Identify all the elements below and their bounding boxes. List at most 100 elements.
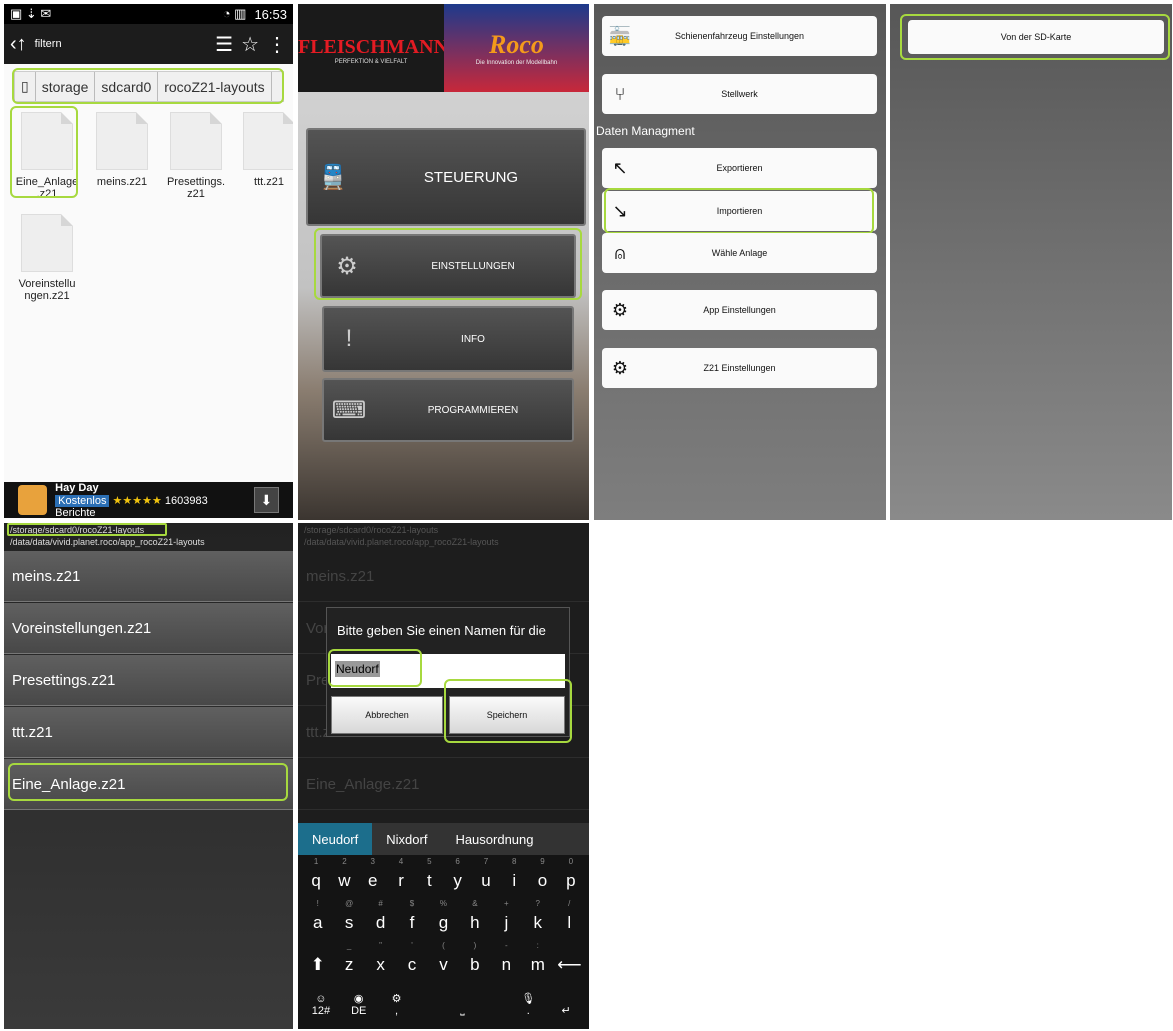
z21-settings-button[interactable]: ⚙ Z21 Einstellungen: [602, 348, 877, 388]
file-manager-panel: ▣ ⇣ ✉ ◔ ▥ 16:53 ‹↑ filtern ☰ ☆ ⋮ ▯ stora…: [4, 4, 293, 518]
up-arrow-icon[interactable]: ‹↑: [10, 33, 27, 56]
import-source-panel: Von der SD-Karte: [890, 4, 1172, 520]
key[interactable]: 3e: [361, 857, 385, 897]
key[interactable]: :m: [526, 941, 550, 981]
key[interactable]: 0p: [559, 857, 583, 897]
path-label: /data/data/vivid.planet.roco/app_rocoZ21…: [304, 537, 499, 547]
key[interactable]: + j: [494, 899, 518, 939]
sd-card-button[interactable]: Von der SD-Karte: [908, 20, 1164, 54]
rail-vehicle-settings-button[interactable]: 🚋 Schienenfahrzeug Einstellungen: [602, 16, 877, 56]
arrow-out-icon: ↖: [612, 157, 628, 178]
shift-icon[interactable]: ⬆: [306, 955, 330, 981]
choose-layout-button[interactable]: ⍝ Wähle Anlage: [602, 233, 877, 273]
app-settings-button[interactable]: ⚙ App Einstellungen: [602, 290, 877, 330]
filter-button[interactable]: filtern: [35, 38, 62, 50]
crumb-layouts[interactable]: rocoZ21-layouts: [158, 72, 272, 101]
enter-icon[interactable]: ↵: [554, 1004, 578, 1023]
name-input[interactable]: Neudorf: [331, 654, 565, 688]
file-item[interactable]: ttt.z21: [234, 112, 293, 188]
suggestion[interactable]: Nixdorf: [372, 823, 441, 855]
key[interactable]: @ s: [337, 899, 361, 939]
list-item[interactable]: Eine_Anlage.z21: [4, 759, 293, 810]
key[interactable]: 4r: [389, 857, 413, 897]
dialog-title: Bitte geben Sie einen Namen für die: [337, 623, 546, 638]
space-key[interactable]: ⎵: [422, 1004, 502, 1023]
train-icon: 🚋: [608, 25, 632, 46]
suggestion[interactable]: Neudorf: [298, 823, 373, 855]
mic-icon[interactable]: 🎙.: [516, 992, 540, 1023]
import-button[interactable]: ↘ Importieren: [602, 191, 877, 231]
settings-key-icon[interactable]: ⚙,: [385, 992, 409, 1023]
crumb-storage[interactable]: storage: [36, 72, 96, 101]
key[interactable]: " x: [369, 941, 393, 981]
key[interactable]: 9o: [531, 857, 555, 897]
file-item[interactable]: Voreinstellu ngen.z21: [12, 214, 82, 302]
key[interactable]: 8i: [502, 857, 526, 897]
exclamation-icon: !: [345, 325, 353, 352]
breadcrumb: ▯ storage sdcard0 rocoZ21-layouts: [14, 71, 284, 102]
einstellungen-button[interactable]: ⚙ EINSTELLUNGEN: [320, 234, 576, 298]
key[interactable]: -n: [494, 941, 518, 981]
list-item[interactable]: Voreinstellungen.z21: [4, 603, 293, 654]
crumb-sdcard0[interactable]: sdcard0: [95, 72, 159, 101]
key[interactable]: 2w: [332, 857, 356, 897]
info-button[interactable]: ! INFO: [322, 306, 574, 372]
phone-icon[interactable]: ▯: [15, 72, 36, 101]
list-item[interactable]: Presettings.z21: [4, 655, 293, 706]
key[interactable]: 5t: [417, 857, 441, 897]
list-view-icon[interactable]: ☰: [215, 32, 233, 57]
file-icon: [21, 112, 73, 170]
key[interactable]: # d: [369, 899, 393, 939]
key[interactable]: $ f: [400, 899, 424, 939]
export-button[interactable]: ↖ Exportieren: [602, 148, 877, 188]
gears-icon: ⚙: [611, 299, 629, 320]
key[interactable]: 7u: [474, 857, 498, 897]
file-icon: [96, 112, 148, 170]
suggestion-bar: Neudorf Nixdorf Hausordnung: [298, 823, 589, 855]
key-row: ☺ 12# ◉ DE ⚙, ⎵ 🎙. ↵: [298, 981, 589, 1023]
name-dialog: Bitte geben Sie einen Namen für die Neud…: [326, 607, 570, 737]
list-item[interactable]: meins.z21: [4, 551, 293, 602]
key[interactable]: & h: [463, 899, 487, 939]
save-dialog-panel: /storage/sdcard0/rocoZ21-layouts /data/d…: [298, 523, 589, 1029]
key[interactable]: / l: [557, 899, 581, 939]
key[interactable]: _ z: [337, 941, 361, 981]
download-icon[interactable]: ⬇: [253, 487, 279, 513]
key[interactable]: 1q: [304, 857, 328, 897]
cancel-button[interactable]: Abbrechen: [331, 696, 443, 734]
app-icon: [18, 485, 48, 515]
keyboard-icon: ⌨: [331, 396, 367, 424]
key[interactable]: ! a: [306, 899, 330, 939]
file-item[interactable]: meins.z21: [87, 112, 157, 188]
key[interactable]: ' c: [400, 941, 424, 981]
train-icon: 🚆: [318, 163, 348, 191]
keyboard: Neudorf Nixdorf Hausordnung 1q2w3e4r5t6y…: [298, 823, 589, 1029]
key[interactable]: ? k: [526, 899, 550, 939]
overflow-menu-icon[interactable]: ⋮: [267, 32, 287, 57]
save-button[interactable]: Speichern: [449, 696, 565, 734]
file-item[interactable]: Presettings. z21: [161, 112, 231, 200]
settings-panel: 🚋 Schienenfahrzeug Einstellungen ⑂ Stellwe…: [594, 4, 886, 520]
key[interactable]: (v: [431, 941, 455, 981]
globe-icon[interactable]: ◉ DE: [347, 992, 371, 1023]
clock: 16:53: [254, 6, 287, 22]
programmieren-button[interactable]: ⌨ PROGRAMMIEREN: [322, 378, 574, 442]
fleischmann-logo: FLEISCHMANN PERFEKTION & VIELFALT: [298, 4, 448, 92]
backspace-icon[interactable]: ⟵: [557, 955, 581, 981]
star-icon[interactable]: ☆: [241, 32, 259, 57]
roco-logo: Roco Die Innovation der Modellbahn: [444, 4, 589, 92]
emoji-icon[interactable]: ☺ 12#: [309, 993, 333, 1023]
list-item[interactable]: ttt.z21: [4, 707, 293, 758]
status-bar: ▣ ⇣ ✉ ◔ ▥ 16:53: [4, 4, 293, 24]
stellwerk-button[interactable]: ⑂ Stellwerk: [602, 74, 877, 114]
main-menu-panel: FLEISCHMANN PERFEKTION & VIELFALT Roco Die…: [298, 4, 589, 520]
key[interactable]: ) b: [463, 941, 487, 981]
steuerung-button[interactable]: 🚆 STEUERUNG: [306, 128, 586, 226]
ad-banner[interactable]: Hay Day Kostenlos ★★★★★ 1603983 Berichte …: [4, 482, 293, 518]
key[interactable]: % g: [431, 899, 455, 939]
suggestion[interactable]: Hausordnung: [441, 823, 547, 855]
layout-icon: ⍝: [614, 242, 626, 263]
path-label: /data/data/vivid.planet.roco/app_rocoZ21…: [10, 537, 205, 547]
key[interactable]: 6y: [446, 857, 470, 897]
file-item[interactable]: Eine_Anlage .z21: [12, 112, 82, 200]
